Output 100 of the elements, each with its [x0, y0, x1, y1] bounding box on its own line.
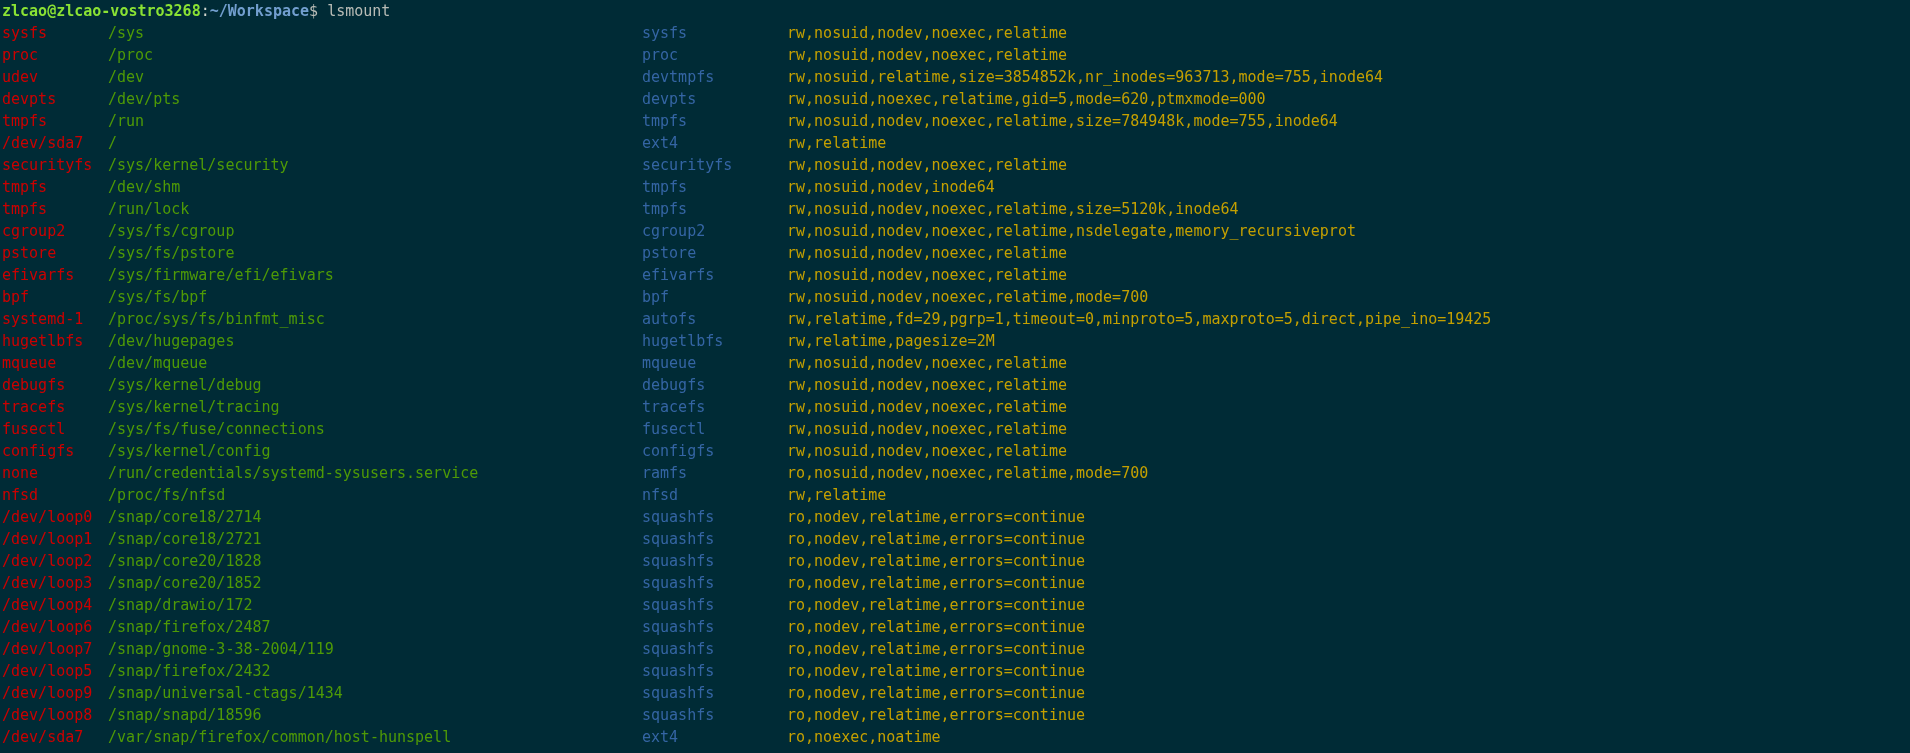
mount-target: /snap/snapd/18596 [108, 705, 263, 726]
mount-target: /run/credentials/systemd-sysusers.service [108, 463, 480, 484]
mount-source: configfs [2, 441, 76, 462]
filesystem-type: squashfs [642, 551, 716, 572]
filesystem-type: hugetlbfs [642, 331, 725, 352]
mount-target: /var/snap/firefox/common/host-hunspell [108, 727, 453, 748]
mount-options: rw,relatime [787, 484, 1908, 506]
filesystem-type: squashfs [642, 661, 716, 682]
mount-target: /sys/fs/pstore [108, 243, 236, 264]
mount-source: devpts [2, 89, 58, 110]
mount-options: ro,nodev,relatime,errors=continue [787, 550, 1908, 572]
mount-source: nfsd [2, 485, 40, 506]
filesystem-type: fusectl [642, 419, 707, 440]
mount-target: /sys/kernel/config [108, 441, 272, 462]
mount-source: /dev/sda7 [2, 133, 85, 154]
mount-source: tmpfs [2, 111, 49, 132]
mount-source: tmpfs [2, 177, 49, 198]
filesystem-type: bpf [642, 287, 671, 308]
mount-options: rw,nosuid,noexec,relatime,gid=5,mode=620,ptmxmode=000 [787, 88, 1908, 110]
mount-target: /sys [108, 23, 146, 44]
command-text: lsmount [327, 2, 391, 20]
mount-source: proc [2, 45, 40, 66]
mount-options: rw,nosuid,nodev,noexec,relatime [787, 44, 1908, 66]
mount-source: /dev/loop5 [2, 661, 94, 682]
mount-target: /snap/core20/1852 [108, 573, 263, 594]
filesystem-type: devpts [642, 89, 698, 110]
prompt-user-host: zlcao@zlcao-vostro3268 [2, 2, 201, 20]
mount-target: /proc/fs/nfsd [108, 485, 227, 506]
mount-options: rw,nosuid,nodev,noexec,relatime,mode=700 [787, 286, 1908, 308]
mount-options: rw,nosuid,nodev,noexec,relatime,nsdelegate,memory_recursiveprot [787, 220, 1908, 242]
mount-options: rw,nosuid,nodev,noexec,relatime [787, 22, 1908, 44]
filesystem-type: pstore [642, 243, 698, 264]
mount-target: / [108, 133, 119, 154]
mount-options: ro,nodev,relatime,errors=continue [787, 506, 1908, 528]
mount-options: ro,nodev,relatime,errors=continue [787, 704, 1908, 726]
mount-target: /sys/fs/fuse/connections [108, 419, 326, 440]
mount-target: /snap/core18/2721 [108, 529, 263, 550]
mount-options: ro,nodev,relatime,errors=continue [787, 638, 1908, 660]
mount-source: /dev/loop6 [2, 617, 94, 638]
mount-target: /sys/kernel/security [108, 155, 290, 176]
mount-source: udev [2, 67, 40, 88]
filesystem-type: tmpfs [642, 177, 689, 198]
mount-source: /dev/loop3 [2, 573, 94, 594]
mount-options: ro,nodev,relatime,errors=continue [787, 682, 1908, 704]
mount-target: /snap/core20/1828 [108, 551, 263, 572]
mount-source: pstore [2, 243, 58, 264]
mount-options: rw,nosuid,nodev,noexec,relatime,size=5120k,inode64 [787, 198, 1908, 220]
filesystem-type: sysfs [642, 23, 689, 44]
mount-target: /snap/drawio/172 [108, 595, 254, 616]
filesystem-type: efivarfs [642, 265, 716, 286]
filesystem-type: nfsd [642, 485, 680, 506]
mount-target: /run/lock [108, 199, 191, 220]
mount-source: /dev/sda7 [2, 727, 85, 748]
filesystem-type: autofs [642, 309, 698, 330]
filesystem-type: squashfs [642, 705, 716, 726]
mount-options: ro,nodev,relatime,errors=continue [787, 572, 1908, 594]
mount-options: rw,nosuid,nodev,noexec,relatime [787, 374, 1908, 396]
mount-source: tracefs [2, 397, 67, 418]
mount-target: /dev/shm [108, 177, 182, 198]
mount-target: /dev/pts [108, 89, 182, 110]
mount-options: rw,nosuid,nodev,noexec,relatime [787, 352, 1908, 374]
filesystem-type: mqueue [642, 353, 698, 374]
mount-target: /run [108, 111, 146, 132]
mount-source: systemd-1 [2, 309, 85, 330]
mount-source: fusectl [2, 419, 67, 440]
mount-source: /dev/loop0 [2, 507, 94, 528]
filesystem-type: tracefs [642, 397, 707, 418]
mount-target: /sys/fs/cgroup [108, 221, 236, 242]
mount-options: rw,nosuid,nodev,noexec,relatime [787, 440, 1908, 462]
mount-source: sysfs [2, 23, 49, 44]
mount-source: hugetlbfs [2, 331, 85, 352]
mount-options: rw,relatime [787, 132, 1908, 154]
mount-target: /snap/universal-ctags/1434 [108, 683, 344, 704]
mount-options: rw,nosuid,nodev,noexec,relatime,size=784948k,mode=755,inode64 [787, 110, 1908, 132]
filesystem-type: devtmpfs [642, 67, 716, 88]
mount-target: /sys/fs/bpf [108, 287, 209, 308]
mount-options: ro,nosuid,nodev,noexec,relatime,mode=700 [787, 462, 1908, 484]
mount-options: rw,nosuid,nodev,noexec,relatime [787, 264, 1908, 286]
mount-source: /dev/loop9 [2, 683, 94, 704]
filesystem-type: squashfs [642, 507, 716, 528]
mount-source: none [2, 463, 40, 484]
filesystem-type: squashfs [642, 529, 716, 550]
mount-options: ro,nodev,relatime,errors=continue [787, 594, 1908, 616]
mount-source: /dev/loop7 [2, 639, 94, 660]
mount-source: /dev/loop2 [2, 551, 94, 572]
mount-target: /dev/hugepages [108, 331, 236, 352]
mount-target: /snap/firefox/2487 [108, 617, 272, 638]
filesystem-type: tmpfs [642, 111, 689, 132]
mount-source: debugfs [2, 375, 67, 396]
mount-target: /snap/core18/2714 [108, 507, 263, 528]
filesystem-type: proc [642, 45, 680, 66]
mount-options: rw,nosuid,nodev,noexec,relatime [787, 242, 1908, 264]
mount-target: /sys/firmware/efi/efivars [108, 265, 335, 286]
mount-source: cgroup2 [2, 221, 67, 242]
mount-options: ro,nodev,relatime,errors=continue [787, 528, 1908, 550]
filesystem-type: cgroup2 [642, 221, 707, 242]
filesystem-type: squashfs [642, 617, 716, 638]
mount-options: rw,nosuid,relatime,size=3854852k,nr_inodes=963713,mode=755,inode64 [787, 66, 1908, 88]
mount-options: rw,nosuid,nodev,inode64 [787, 176, 1908, 198]
mount-target: /proc [108, 45, 155, 66]
